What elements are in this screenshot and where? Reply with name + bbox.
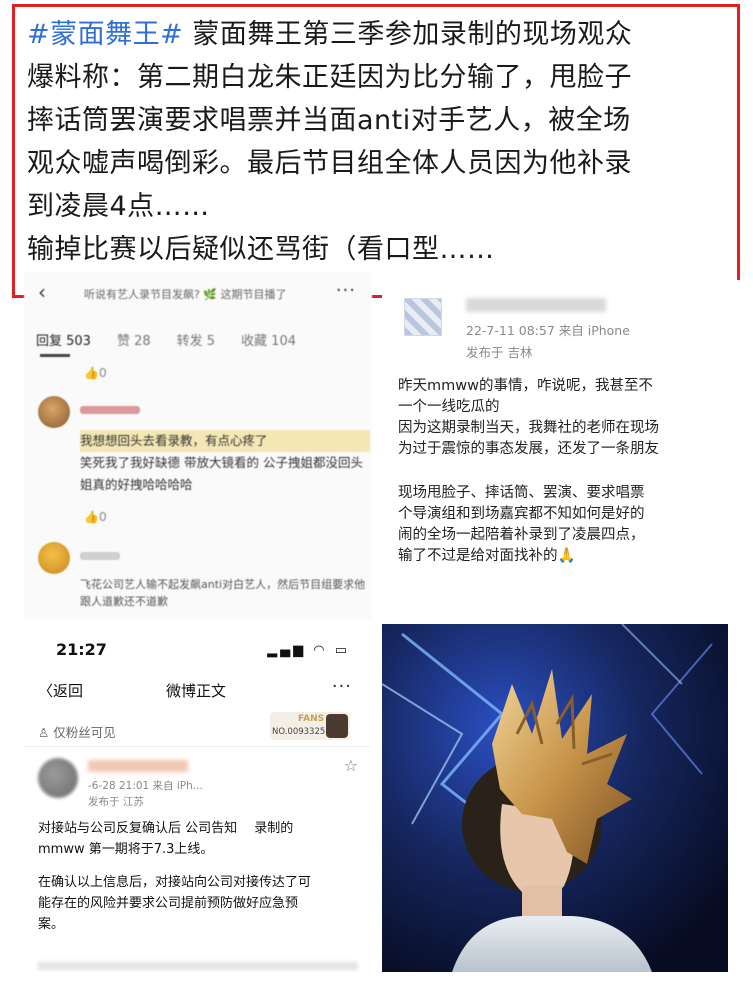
poster-name-blur — [88, 760, 188, 772]
like-icon[interactable]: 👍0 — [84, 366, 107, 380]
commenter-avatar[interactable] — [38, 396, 70, 428]
hashtag-link[interactable]: #蒙面舞王# — [27, 19, 183, 50]
active-tab-indicator — [40, 354, 70, 357]
weibo-post-screenshot: 22-7-11 08:57 来自 iPhone 发布于 吉林 昨天mmww的事情… — [382, 280, 740, 620]
truncated-text-blur — [38, 962, 358, 970]
phone-screenshot: 21:27 ▂▄▆ ◠ ▭ 〈返回 微博正文 ··· ♙ 仅粉丝可见 FANS … — [24, 632, 370, 972]
caption-line-4: 观众嘘声喝倒彩。最后节目组全体人员因为他补录 — [27, 148, 632, 179]
post-body: 对接站与公司反复确认后 公司告知 录制的 mmww 第一期将于7.3上线。 在确… — [38, 821, 312, 932]
divider — [24, 746, 370, 747]
post-location: 发布于 江苏 — [88, 796, 144, 808]
caption-line-5: 到凌晨4点…… — [27, 191, 210, 222]
post-body: 昨天mmww的事情，咋说呢，我甚至不 一个一线吃瓜的 因为这期录制当天，我舞社的… — [398, 378, 659, 564]
comment-1-text: 笑死我了我好缺德 带放大镜看的 公子拽姐都没回头 姐真的好拽哈哈哈哈 — [80, 455, 363, 492]
comment-2-text: 飞花公司艺人输不起发飙anti对白艺人，然后节目组要求他跟人道歉还不道歉 — [80, 578, 366, 608]
lock-icon: ♙ — [38, 725, 54, 740]
comment-tabs: 回复 503 赞 28 转发 5 收藏 104 — [36, 330, 322, 349]
status-bar: 21:27 ▂▄▆ ◠ ▭ — [24, 640, 370, 664]
caption-line-6: 输掉比赛以后疑似还骂街（看口型…… — [27, 234, 495, 265]
fans-badge-label: FANS — [298, 714, 325, 724]
fans-only-label: ♙ 仅粉丝可见 — [38, 725, 116, 740]
commenter-avatar[interactable] — [38, 542, 70, 574]
fans-badge[interactable]: FANS NO.0093325 — [270, 712, 350, 740]
caption-line-2: 爆料称：第二期白龙朱正廷因为比分输了，甩脸子 — [27, 62, 632, 93]
post-meta: -6-28 21:01 来自 iPh... — [88, 780, 203, 792]
back-button[interactable]: 〈返回 — [38, 680, 83, 701]
poster-avatar[interactable] — [404, 298, 442, 336]
caption-line-3: 摔话筒罢演要求唱票并当面anti对手艺人，被全场 — [27, 105, 631, 136]
post-meta: 22-7-11 08:57 来自 iPhone — [466, 323, 630, 338]
nav-title: 微博正文 — [166, 682, 227, 700]
tab-replies[interactable]: 回复 503 — [36, 334, 91, 349]
tab-reposts[interactable]: 转发 5 — [177, 334, 215, 349]
nav-bar: 〈返回 微博正文 ··· — [24, 676, 370, 706]
like-icon[interactable]: 👍0 — [84, 510, 107, 524]
post-location: 发布于 吉林 — [466, 345, 533, 360]
poster-avatar[interactable] — [38, 758, 78, 798]
stage-photo — [382, 624, 728, 972]
fans-badge-avatar — [326, 714, 348, 738]
favorite-star-icon[interactable]: ☆ — [344, 756, 358, 775]
comment-1: 我想想回头去看录教，有点心疼了 笑死我了我好缺德 带放大镜看的 公子拽姐都没回头… — [80, 430, 370, 496]
commenter-name-blur — [80, 552, 120, 560]
commenter-name-blur — [80, 406, 140, 414]
fans-badge-number: NO.0093325 — [272, 727, 326, 737]
status-time: 21:27 — [56, 640, 107, 659]
tab-favorites[interactable]: 收藏 104 — [241, 334, 296, 349]
comment-1-highlight: 我想想回头去看录教，有点心疼了 — [80, 430, 370, 452]
caption-line-1: #蒙面舞王# 蒙面舞王第三季参加录制的现场观众 — [27, 19, 633, 50]
signal-wifi-battery-icon: ▂▄▆ ◠ ▭ — [267, 643, 350, 658]
more-icon[interactable]: ··· — [332, 676, 352, 697]
caption-box: #蒙面舞王# 蒙面舞王第三季参加录制的现场观众 爆料称：第二期白龙朱正廷因为比分… — [12, 4, 740, 298]
tab-likes[interactable]: 赞 28 — [117, 334, 151, 349]
comments-topbar: ‹ 听说有艺人录节目发飙? 🌿 这期节目播了 ··· — [24, 276, 372, 304]
back-icon[interactable]: ‹ — [38, 280, 46, 304]
masked-performer-image — [382, 624, 728, 972]
more-icon[interactable]: ··· — [336, 280, 356, 301]
comments-header-title: 听说有艺人录节目发飙? 🌿 这期节目播了 — [84, 288, 287, 301]
poster-name-blur — [466, 298, 606, 312]
comments-screenshot: ‹ 听说有艺人录节目发飙? 🌿 这期节目播了 ··· 回复 503 赞 28 转发 … — [24, 272, 372, 620]
